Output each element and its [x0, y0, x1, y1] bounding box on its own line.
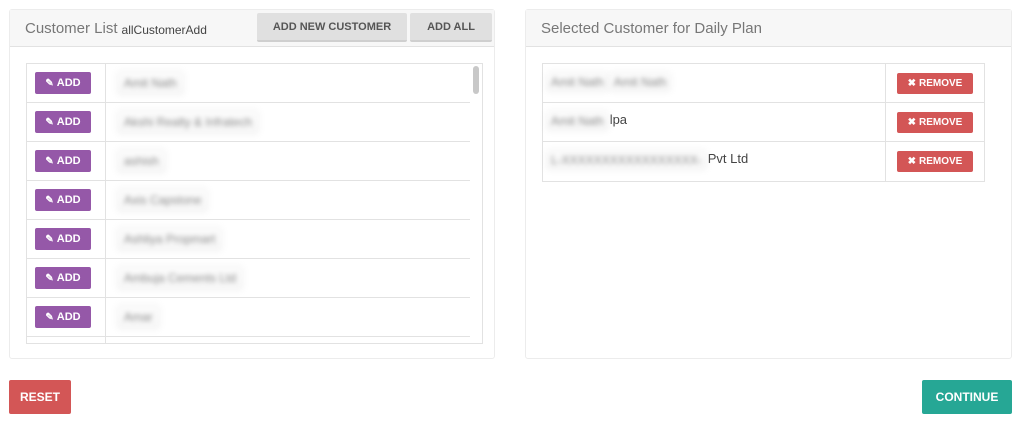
customer-name: Axis Capstone [118, 189, 208, 211]
row-action-cell: ✎ADD [27, 220, 106, 258]
remove-button-label: REMOVE [919, 156, 963, 167]
row-action-cell: ✎ADD [27, 298, 106, 336]
scrollbar[interactable] [470, 64, 482, 343]
customer-name: ashish [118, 150, 165, 172]
customer-name-cell: Amar [106, 298, 482, 336]
close-icon: ✖ [907, 77, 917, 89]
close-icon: ✖ [907, 156, 917, 167]
remove-customer-button[interactable]: ✖ REMOVE [897, 151, 973, 172]
customer-name-text: Pvt Ltd [707, 151, 749, 166]
customer-name-cell: Axis Capstone [106, 181, 482, 219]
edit-icon: ✎ [45, 233, 54, 245]
edit-icon: ✎ [45, 155, 54, 167]
list-item: ✎ ADD Amar [27, 298, 482, 337]
customer-name-redacted: Amit Nath [609, 73, 671, 91]
customer-name: Ashliya Propmart [118, 228, 222, 250]
selected-customer-table: Amit Nath Amit Nath ✖ REMOVE Amit Nath lpa ✖ RE… [542, 63, 985, 182]
list-item: ✎ ADD Akshi Realty & Infratech [27, 103, 482, 142]
list-item: ✎ ADD Amit Nath [27, 64, 482, 103]
panel-subtitle: allCustomerAdd [121, 22, 207, 37]
add-new-customer-button[interactable]: ADD NEW CUSTOMER [257, 13, 407, 42]
selected-customer-header: Selected Customer for Daily Plan [526, 10, 1011, 47]
add-customer-button[interactable]: ✎ ADD [35, 306, 91, 328]
customer-name-redacted: Amit Nath [547, 112, 608, 130]
row-action-cell: ✖ REMOVE [886, 142, 984, 181]
add-customer-button[interactable]: ✎ ADD [35, 72, 91, 94]
add-button-label: ADD [56, 116, 81, 128]
reset-button[interactable]: RESET [9, 380, 71, 414]
row-action-cell: ✎ADD [27, 337, 106, 343]
list-item: ✎ ADD Ambuja Cements Ltd [27, 259, 482, 298]
panel-title: Customer List [25, 19, 118, 37]
list-item: ✎ ADD Axis Capstone [27, 181, 482, 220]
selected-customer-panel: Selected Customer for Daily Plan Amit Na… [525, 9, 1012, 359]
continue-button[interactable]: CONTINUE [922, 380, 1012, 414]
add-customer-button[interactable]: ✎ ADD [35, 189, 91, 211]
list-item: ✎ADD [27, 337, 482, 343]
add-all-button[interactable]: ADD ALL [410, 13, 492, 42]
customer-name: Akshi Realty & Infratech [118, 111, 259, 133]
add-button-label: ADD [56, 155, 81, 167]
add-button-label: ADD [56, 272, 81, 284]
add-button-label: ADD [56, 233, 81, 245]
customer-list-header: Customer List allCustomerAdd ADD NEW CUS… [10, 10, 494, 47]
add-button-label: ADD [56, 194, 81, 206]
edit-icon: ✎ [45, 311, 54, 323]
panel-title: Selected Customer for Daily Plan [541, 19, 762, 37]
row-action-cell: ✖ REMOVE [886, 64, 984, 102]
row-action-cell: ✖ REMOVE [886, 103, 984, 141]
remove-button-label: REMOVE [919, 77, 963, 89]
selected-customer-name: Amit Nath lpa [543, 103, 886, 141]
customer-name: Amit Nath [118, 72, 183, 94]
customer-name-cell: Amit Nath [106, 64, 482, 102]
scroll-thumb[interactable] [473, 66, 479, 94]
row-action-cell: ✎ADD [27, 103, 106, 141]
customer-name: Amar [118, 306, 159, 328]
edit-icon: ✎ [45, 77, 54, 89]
table-row: Amit Nath Amit Nath ✖ REMOVE [543, 64, 984, 103]
customer-name-cell [106, 337, 482, 343]
table-row: Amit Nath lpa ✖ REMOVE [543, 103, 984, 142]
row-action-cell: ✎ADD [27, 142, 106, 180]
remove-customer-button[interactable]: ✖ REMOVE [897, 72, 973, 94]
add-customer-button[interactable]: ✎ ADD [35, 267, 91, 289]
add-customer-button[interactable]: ✎ ADD [35, 111, 91, 133]
edit-icon: ✎ [45, 116, 54, 128]
customer-name-cell: Ambuja Cements Ltd [106, 259, 482, 297]
customer-name-cell: Akshi Realty & Infratech [106, 103, 482, 141]
customer-name-redacted: L-XXXXXXXXXXXXXXXXX- [547, 151, 706, 169]
customer-name-redacted: Amit Nath [547, 73, 608, 91]
remove-customer-button[interactable]: ✖ REMOVE [897, 111, 973, 133]
row-action-cell: ✎ADD [27, 259, 106, 297]
edit-icon: ✎ [45, 272, 54, 284]
table-row: L-XXXXXXXXXXXXXXXXX- Pvt Ltd ✖ REMOVE [543, 142, 984, 181]
customer-name-cell: ashish [106, 142, 482, 180]
customer-list-panel: Customer List allCustomerAdd ADD NEW CUS… [9, 9, 495, 359]
list-item: ✎ ADD ashish [27, 142, 482, 181]
customer-list[interactable]: ✎ ADD Amit Nath ✎ ADD Akshi Realty & Infratec… [26, 63, 483, 344]
remove-button-label: REMOVE [919, 116, 963, 128]
customer-name: Ambuja Cements Ltd [118, 267, 243, 289]
add-button-label: ADD [56, 311, 81, 323]
customer-name-text: lpa [609, 112, 628, 127]
selected-customer-name: Amit Nath Amit Nath [543, 64, 886, 102]
selected-customer-name: L-XXXXXXXXXXXXXXXXX- Pvt Ltd [543, 142, 886, 181]
row-action-cell: ✎ADD [27, 181, 106, 219]
edit-icon: ✎ [45, 194, 54, 206]
add-button-label: ADD [56, 77, 81, 89]
list-item: ✎ ADD Ashliya Propmart [27, 220, 482, 259]
add-customer-button[interactable]: ✎ ADD [35, 150, 91, 172]
add-customer-button[interactable]: ✎ ADD [35, 228, 91, 250]
row-action-cell: ✎ADD [27, 64, 106, 102]
close-icon: ✖ [907, 116, 917, 128]
customer-name-cell: Ashliya Propmart [106, 220, 482, 258]
